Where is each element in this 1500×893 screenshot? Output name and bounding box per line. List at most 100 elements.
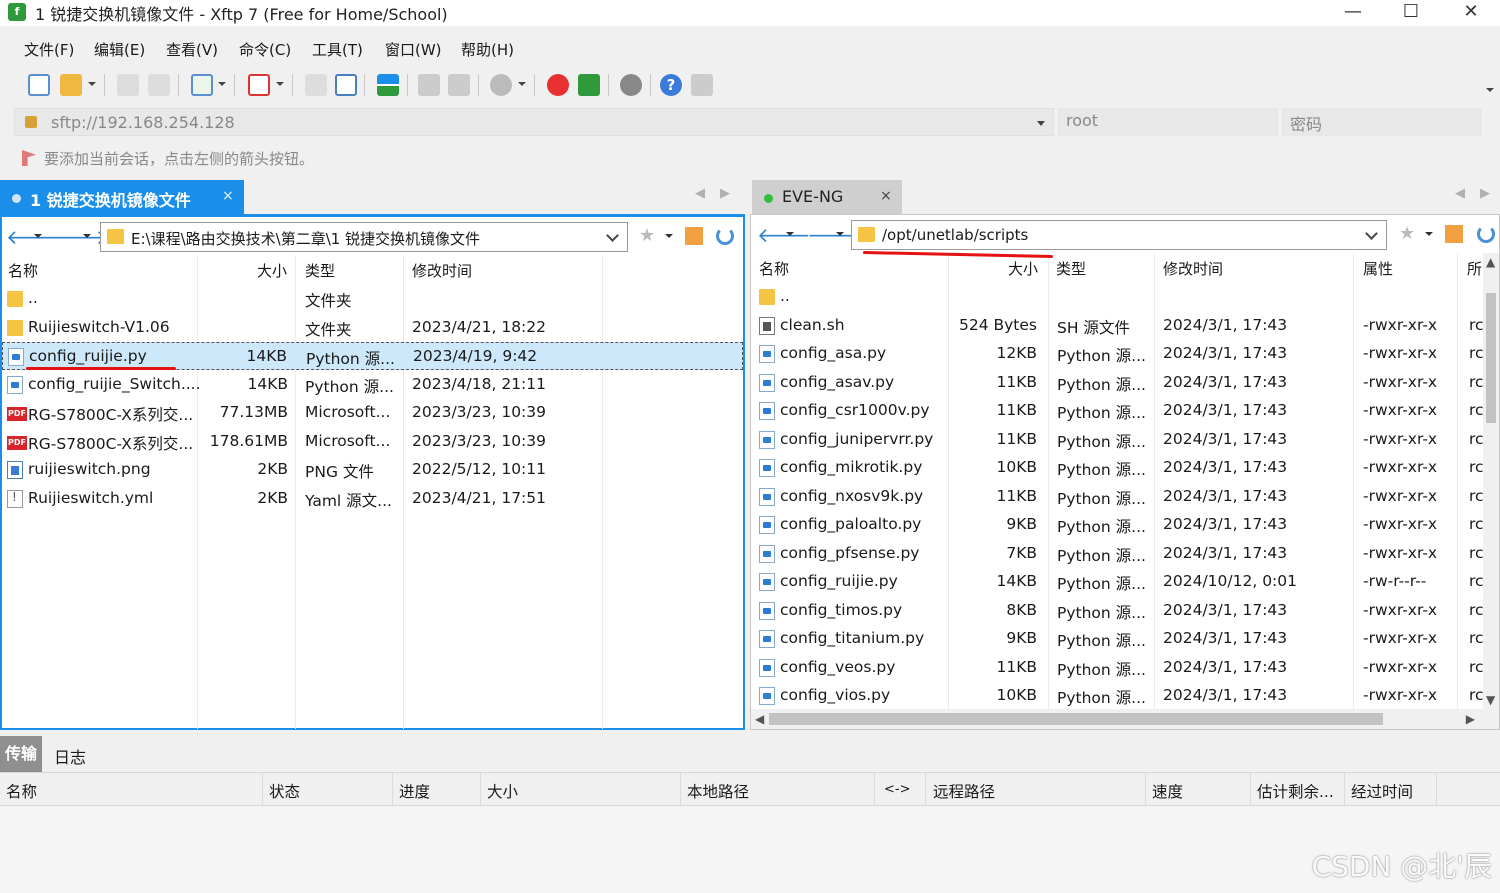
file-row[interactable]: clean.sh 524 Bytes SH 源文件 2024/3/1, 17:43 -r…	[751, 312, 1499, 340]
home-folder-icon[interactable]	[1445, 225, 1463, 243]
disconnect-icon[interactable]	[148, 74, 170, 96]
file-row[interactable]: config_ruijie.py 14KB Python 源... 2023/4/19…	[2, 342, 743, 370]
file-row[interactable]: PDF RG-S7800C-X系列交... 77.13MB Microsoft... 2…	[2, 399, 743, 427]
file-row[interactable]: ruijieswitch.png 2KB PNG 文件 2022/5/12, 10:1…	[2, 456, 743, 484]
address-dropdown-icon[interactable]	[1037, 121, 1045, 126]
file-row[interactable]: config_asav.py 11KB Python 源... 2024/3/1, 1…	[751, 369, 1499, 397]
tab-transfers[interactable]: 传输	[0, 736, 42, 772]
scrollbar-thumb[interactable]	[769, 713, 1383, 725]
col-size-header[interactable]: 大小	[257, 260, 287, 281]
col-modified-header[interactable]: 修改时间	[412, 260, 472, 281]
back-arrow-icon[interactable]: 🡐	[6, 225, 60, 249]
col-direction-header[interactable]: <->	[884, 782, 910, 797]
col-local-path-header[interactable]: 本地路径	[687, 780, 749, 802]
forward-dropdown-icon[interactable]	[836, 232, 844, 236]
file-row[interactable]: config_mikrotik.py 10KB Python 源... 2024/3/…	[751, 454, 1499, 482]
file-row[interactable]: PDF RG-S7800C-X系列交... 178.61MB Microsoft...…	[2, 428, 743, 456]
file-row[interactable]: config_asa.py 12KB Python 源... 2024/3/1, 17…	[751, 340, 1499, 368]
file-row[interactable]: config_nxosv9k.py 11KB Python 源... 2024/3/1…	[751, 483, 1499, 511]
col-elapsed-header[interactable]: 经过时间	[1351, 780, 1413, 802]
favorite-star-icon[interactable]: ★	[639, 227, 657, 245]
file-row[interactable]: config_titanium.py 9KB Python 源... 2024/3/1…	[751, 625, 1499, 653]
favorite-dropdown-icon[interactable]	[1425, 232, 1433, 236]
file-row[interactable]: config_veos.py 11KB Python 源... 2024/3/1, 1…	[751, 654, 1499, 682]
properties-icon[interactable]	[191, 74, 213, 96]
upload-icon[interactable]	[305, 74, 327, 96]
username-field[interactable]: root	[1058, 108, 1278, 136]
file-row[interactable]: config_csr1000v.py 11KB Python 源... 2024/3/…	[751, 397, 1499, 425]
col-progress-header[interactable]: 进度	[399, 780, 430, 802]
tab-log[interactable]: 日志	[54, 744, 86, 768]
horizontal-scrollbar[interactable]: ◀ ▶	[751, 709, 1499, 729]
tab-scroll-right-icon[interactable]: ▶	[720, 186, 730, 201]
col-name-header[interactable]: 名称	[759, 258, 789, 279]
file-row[interactable]: config_ruijie_Switch.... 14KB Python 源... 2…	[2, 371, 743, 399]
path-dropdown-icon[interactable]	[606, 229, 619, 242]
vertical-scrollbar[interactable]: ▲ ▼	[1483, 253, 1499, 709]
copy-icon[interactable]	[418, 74, 440, 96]
tab-remote[interactable]: EVE-NG ×	[752, 180, 902, 214]
help-icon[interactable]: ?	[660, 74, 682, 96]
col-name-header[interactable]: 名称	[6, 780, 37, 802]
home-folder-icon[interactable]	[685, 227, 703, 245]
back-dropdown-icon[interactable]	[34, 234, 42, 238]
forward-dropdown-icon[interactable]	[83, 234, 91, 238]
chat-icon[interactable]	[691, 74, 713, 96]
col-eta-header[interactable]: 估计剩余...	[1257, 780, 1334, 802]
file-row[interactable]: config_junipervrr.py 11KB Python 源... 2024/…	[751, 426, 1499, 454]
sync-icon[interactable]	[377, 74, 399, 96]
terminal-icon[interactable]	[248, 74, 270, 96]
address-input[interactable]: sftp://192.168.254.128	[51, 113, 235, 132]
col-attributes-header[interactable]: 属性	[1363, 258, 1393, 279]
address-bar[interactable]: sftp://192.168.254.128	[14, 108, 1054, 136]
bookmark-flag-icon[interactable]	[22, 150, 36, 166]
encoding-icon[interactable]	[490, 74, 512, 96]
download-icon[interactable]	[335, 74, 357, 96]
col-type-header[interactable]: 类型	[305, 260, 335, 281]
tab-scroll-left-icon[interactable]: ◀	[1455, 186, 1465, 201]
back-dropdown-icon[interactable]	[786, 232, 794, 236]
menu-help[interactable]: 帮助(H)	[461, 39, 514, 60]
scroll-down-icon[interactable]: ▼	[1486, 693, 1495, 707]
refresh-icon[interactable]	[1477, 225, 1495, 243]
open-dropdown-icon[interactable]	[88, 82, 96, 86]
scroll-right-icon[interactable]: ▶	[1466, 712, 1475, 726]
file-row[interactable]: config_paloalto.py 9KB Python 源... 2024/3/1…	[751, 511, 1499, 539]
file-row[interactable]: .. 文件夹	[2, 285, 743, 313]
col-modified-header[interactable]: 修改时间	[1163, 258, 1223, 279]
col-size-header[interactable]: 大小	[487, 780, 518, 802]
close-window-button[interactable]: ✕	[1448, 0, 1494, 26]
toolbar-overflow-icon[interactable]	[1486, 88, 1494, 92]
file-row[interactable]: config_timos.py 8KB Python 源... 2024/3/1, 1…	[751, 597, 1499, 625]
favorite-star-icon[interactable]: ★	[1399, 225, 1417, 243]
menu-window[interactable]: 窗口(W)	[385, 39, 442, 60]
col-name-header[interactable]: 名称	[8, 260, 38, 281]
file-row[interactable]: Ruijieswitch-V1.06 文件夹 2023/4/21, 18:22	[2, 314, 743, 342]
menu-view[interactable]: 查看(V)	[166, 39, 218, 60]
tab-local-close-icon[interactable]: ×	[222, 188, 234, 204]
file-row[interactable]: config_pfsense.py 7KB Python 源... 2024/3/1,…	[751, 540, 1499, 568]
file-row[interactable]: config_ruijie.py 14KB Python 源... 2024/10/1…	[751, 568, 1499, 596]
col-type-header[interactable]: 类型	[1056, 258, 1086, 279]
menu-command[interactable]: 命令(C)	[239, 39, 291, 60]
new-session-icon[interactable]	[28, 74, 50, 96]
scrollbar-thumb[interactable]	[1486, 293, 1496, 423]
favorite-dropdown-icon[interactable]	[665, 234, 673, 238]
path-dropdown-icon[interactable]	[1365, 227, 1378, 240]
col-remote-path-header[interactable]: 远程路径	[933, 780, 995, 802]
encoding-dropdown-icon[interactable]	[518, 82, 526, 86]
maximize-button[interactable]: ☐	[1388, 0, 1434, 26]
password-field[interactable]: 密码	[1282, 108, 1482, 136]
menu-tools[interactable]: 工具(T)	[312, 39, 363, 60]
xshell-icon[interactable]	[547, 74, 569, 96]
terminal-dropdown-icon[interactable]	[276, 82, 284, 86]
col-speed-header[interactable]: 速度	[1152, 780, 1183, 802]
back-arrow-icon[interactable]: 🡐	[757, 223, 811, 247]
minimize-button[interactable]: —	[1330, 0, 1376, 26]
settings-gear-icon[interactable]	[620, 74, 642, 96]
tab-local[interactable]: 1 锐捷交换机镜像文件 ×	[0, 180, 244, 214]
col-owner-header[interactable]: 所	[1467, 258, 1482, 279]
menu-file[interactable]: 文件(F)	[24, 39, 74, 60]
file-row[interactable]: Ruijieswitch.yml 2KB Yaml 源文... 2023/4/21, …	[2, 485, 743, 513]
col-size-header[interactable]: 大小	[1008, 258, 1038, 279]
